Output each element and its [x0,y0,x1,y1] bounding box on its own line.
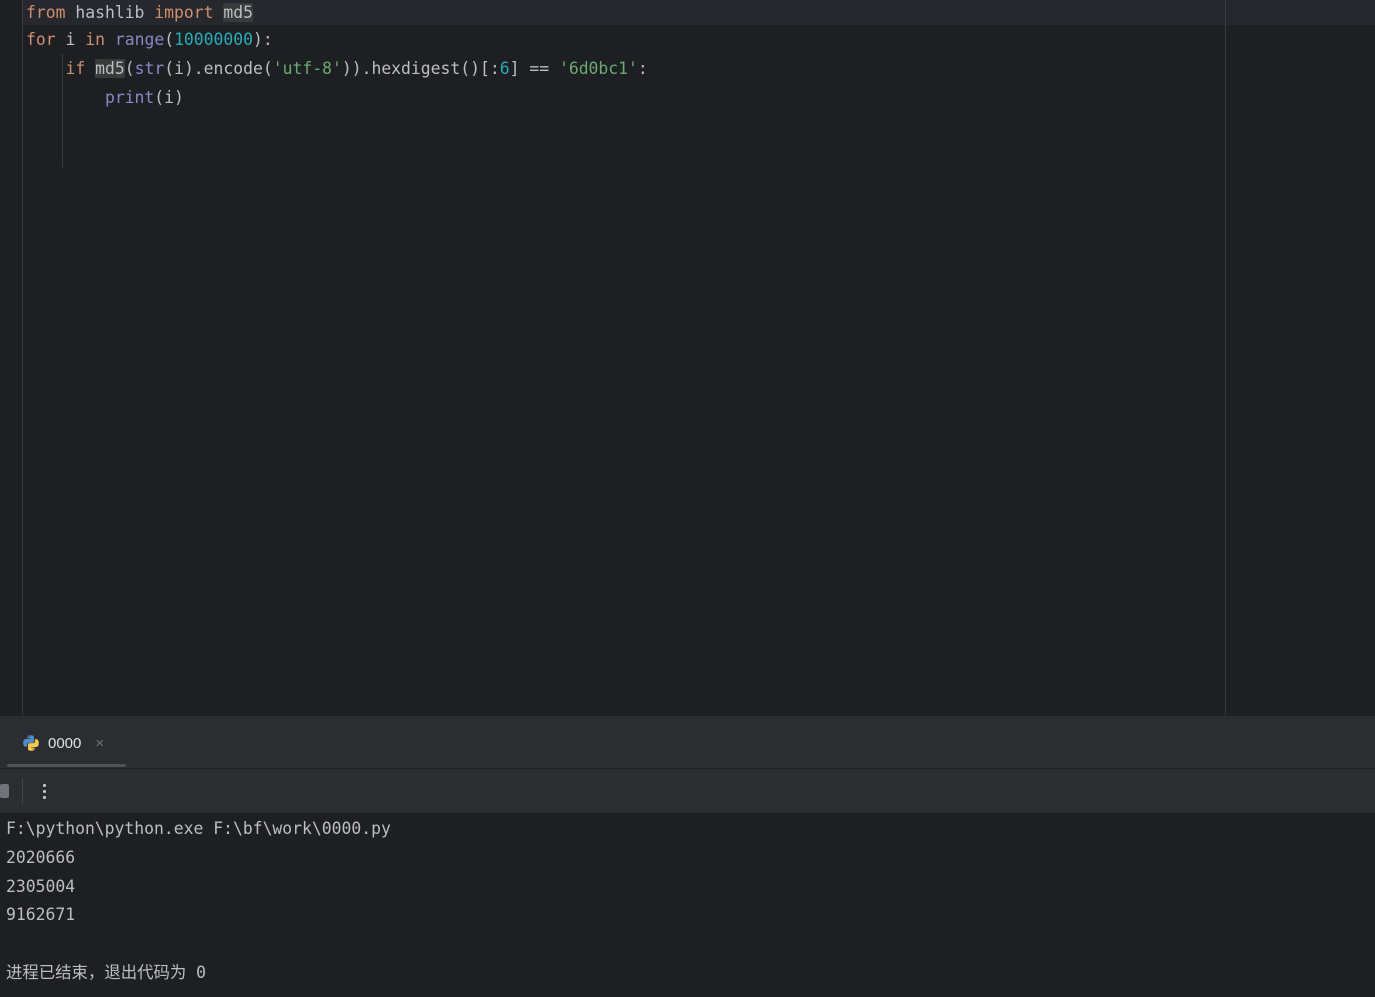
editor-gutter [0,0,23,715]
run-console-output[interactable]: F:\python\python.exe F:\bf\work\0000.py … [0,813,1375,997]
keyword-from: from [26,3,66,22]
loop-variable: i [55,30,86,49]
number-literal: 10000000 [174,30,254,49]
comparison: ] == [509,59,559,78]
paren-open: ( [124,59,135,78]
console-output-line: 9162671 [6,905,76,924]
builtin-range: range [114,30,165,49]
builtin-str: str [134,59,165,78]
keyword-for: for [26,30,56,49]
encode-call: (i).encode( [164,59,273,78]
dot [42,783,46,787]
code-line-3[interactable]: if md5(str(i).encode('utf-8')).hexdigest… [26,56,648,85]
right-margin-guide [1225,0,1226,715]
call-md5: md5 [95,59,125,78]
builtin-print: print [104,88,155,107]
string-utf8: 'utf-8' [272,59,342,78]
imported-name-md5: md5 [223,3,253,22]
dot [42,789,46,793]
active-tab-indicator [7,764,126,767]
print-args: (i) [154,88,184,107]
string-target-hash: '6d0bc1' [558,59,638,78]
colon: : [637,59,648,78]
console-command-line: F:\python\python.exe F:\bf\work\0000.py [6,819,391,838]
more-vertical-icon[interactable] [36,777,52,805]
run-tool-window-header: 0000 × [0,715,1375,769]
run-tab-label: 0000 [48,734,82,752]
code-editor[interactable]: from hashlib import md5 for i in range(1… [0,0,1375,715]
dot [42,795,46,799]
run-tab[interactable]: 0000 × [22,730,104,756]
paren-close-colon: ): [253,30,273,49]
console-output-line: 2305004 [6,877,76,896]
toolbar-separator [22,778,23,804]
console-exit-message: 进程已结束，退出代码为 0 [6,963,207,982]
console-output-line: 2020666 [6,848,76,867]
keyword-if: if [65,59,86,78]
stop-icon[interactable] [0,784,9,798]
module-name: hashlib [65,3,155,22]
number-six: 6 [499,59,510,78]
code-line-1[interactable]: from hashlib import md5 [26,0,253,29]
hexdigest-slice: )).hexdigest()[: [341,59,500,78]
python-icon [23,735,39,751]
code-line-2[interactable]: for i in range(10000000): [26,27,273,56]
paren-open: ( [164,30,175,49]
code-line-4[interactable]: print(i) [26,85,184,114]
run-toolbar [0,769,1375,813]
close-tab-icon[interactable]: × [95,735,104,752]
keyword-in: in [85,30,105,49]
keyword-import: import [154,3,214,22]
